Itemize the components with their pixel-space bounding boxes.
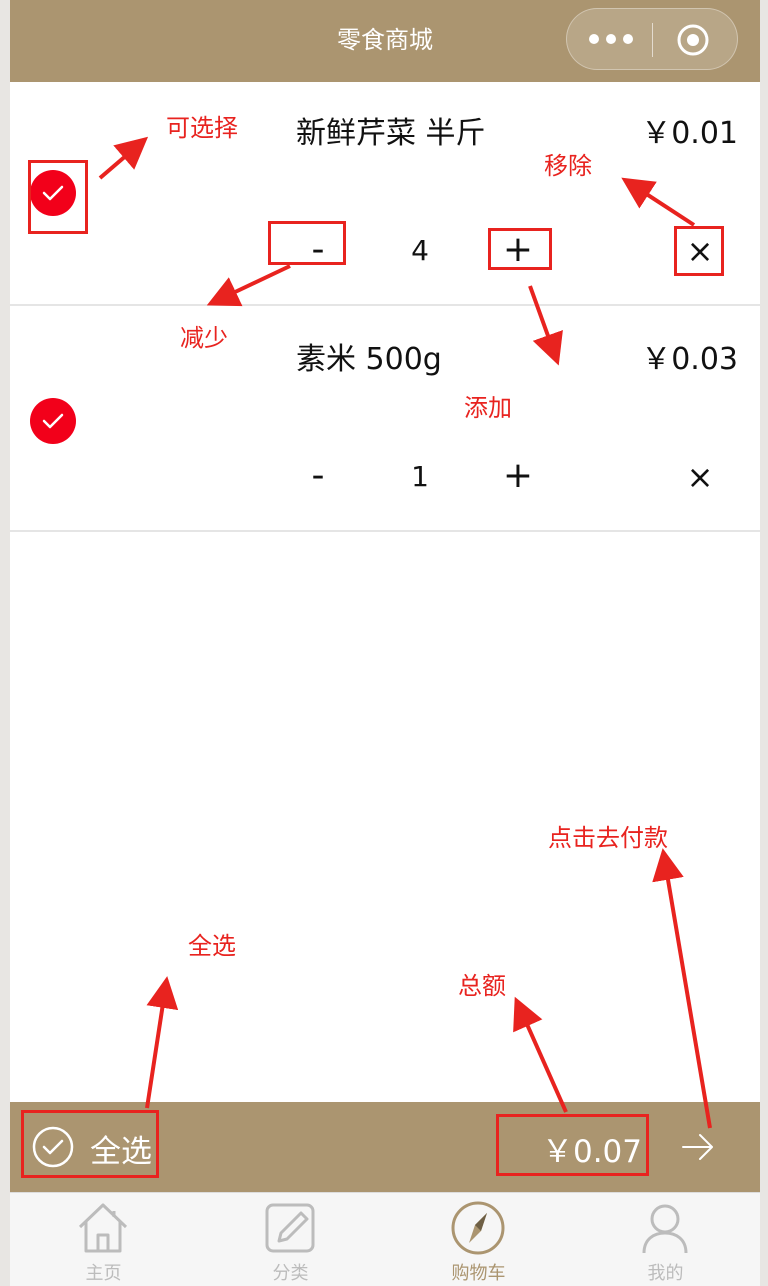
mini-program-capsule <box>566 8 738 70</box>
close-program-icon[interactable] <box>676 23 710 57</box>
cart-item: 素米 500g ￥0.03 - 1 + × <box>10 308 760 532</box>
capsule-divider <box>652 23 653 57</box>
tab-profile[interactable]: 我的 <box>572 1193 759 1286</box>
tab-home[interactable]: 主页 <box>10 1193 197 1286</box>
more-icon[interactable] <box>589 31 633 47</box>
remove-button[interactable]: × <box>670 457 730 497</box>
decrease-button[interactable]: - <box>288 456 348 496</box>
annotation-remove: 移除 <box>544 152 592 180</box>
annotation-box-decrease <box>268 221 346 265</box>
item-price: ￥0.01 <box>641 116 738 151</box>
annotation-box-checkbox <box>28 160 88 234</box>
annotation-selectable: 可选择 <box>166 114 238 142</box>
checkmark-icon <box>42 413 64 429</box>
edit-icon <box>265 1203 315 1253</box>
page: 零食商城 新鲜芹菜 半斤 ￥0.01 - 4 + × 素米 500g ￥0.03… <box>10 0 760 1286</box>
annotation-box-remove <box>674 226 724 276</box>
annotation-decrease: 减少 <box>180 324 228 352</box>
item-quantity: 1 <box>411 460 429 493</box>
annotation-box-total <box>496 1114 649 1176</box>
title-bar: 零食商城 <box>10 0 760 82</box>
item-select-checkbox[interactable] <box>30 398 76 444</box>
increase-button[interactable]: + <box>488 456 548 496</box>
annotation-box-increase <box>488 228 552 270</box>
cart-item: 新鲜芹菜 半斤 ￥0.01 - 4 + × <box>10 82 760 306</box>
item-name: 新鲜芹菜 半斤 <box>296 116 486 151</box>
arrow-right-icon[interactable] <box>680 1129 716 1165</box>
tab-label: 分类 <box>272 1263 309 1284</box>
tab-label: 我的 <box>647 1263 684 1284</box>
compass-icon <box>451 1201 505 1255</box>
item-price: ￥0.03 <box>641 342 738 377</box>
annotation-select-all: 全选 <box>188 932 236 960</box>
tab-label: 主页 <box>85 1263 122 1284</box>
annotation-checkout: 点击去付款 <box>548 824 668 852</box>
item-quantity: 4 <box>411 234 429 267</box>
tab-cart[interactable]: 购物车 <box>385 1193 572 1286</box>
tab-label: 购物车 <box>451 1263 506 1284</box>
tab-category[interactable]: 分类 <box>197 1193 384 1286</box>
tab-bar: 主页 分类 购物车 我的 <box>10 1192 760 1286</box>
home-icon <box>78 1203 128 1253</box>
annotation-total: 总额 <box>458 972 506 1000</box>
annotation-box-select-all <box>21 1110 159 1178</box>
annotation-add: 添加 <box>464 394 512 422</box>
user-icon <box>642 1204 688 1254</box>
item-name: 素米 500g <box>296 342 442 377</box>
